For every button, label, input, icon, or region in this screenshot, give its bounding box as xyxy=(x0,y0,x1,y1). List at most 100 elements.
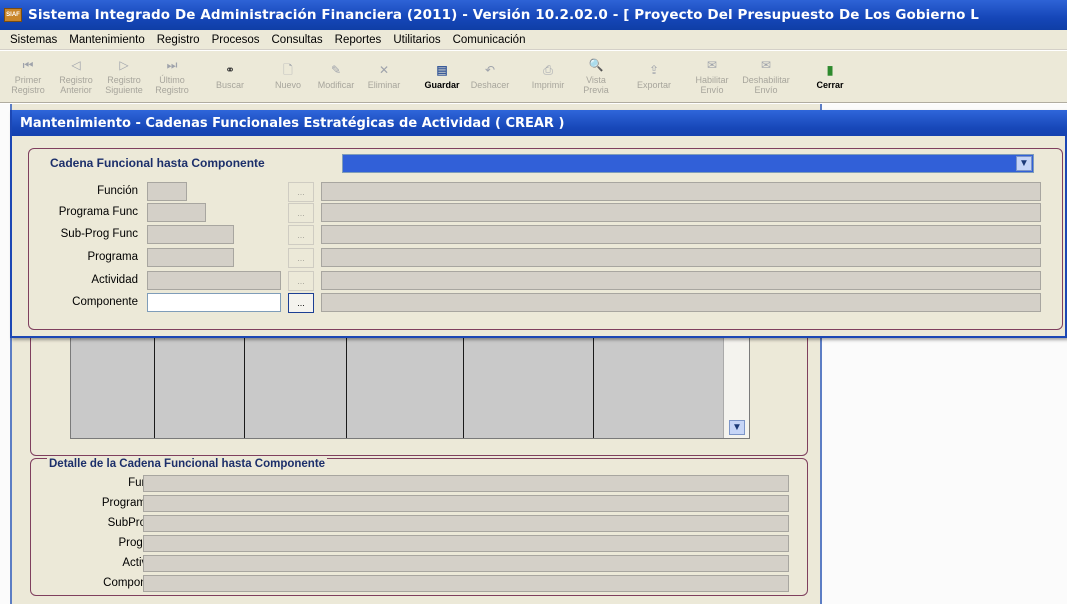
menu-procesos[interactable]: Procesos xyxy=(206,34,266,46)
undo-button[interactable]: ↶ Deshacer xyxy=(468,63,512,90)
menu-consultas[interactable]: Consultas xyxy=(266,34,329,46)
componente-lookup-button[interactable]: ... xyxy=(288,293,314,313)
programa-lookup-button: ... xyxy=(288,248,314,268)
enable-send-button[interactable]: ✉ Habilitar Envío xyxy=(690,58,734,95)
menu-mantenimiento[interactable]: Mantenimiento xyxy=(63,34,150,46)
disable-send-button[interactable]: ✉ Deshabilitar Envío xyxy=(738,58,794,95)
new-label: Nuevo xyxy=(274,80,301,90)
sub-prog-func-lookup-button: ... xyxy=(288,225,314,245)
binoculars-icon: ⚭ xyxy=(224,63,236,77)
field-row-componente: Componente ... xyxy=(12,293,1052,313)
enable-send-label-1: Habilitar xyxy=(695,75,729,85)
disable-send-label-2: Envío xyxy=(754,85,778,95)
grid-column xyxy=(245,334,347,438)
crear-dialog: Mantenimiento - Cadenas Funcionales Estr… xyxy=(10,110,1067,338)
first-record-label-1: Primer xyxy=(14,75,42,85)
field-row-actividad: Actividad ... xyxy=(12,271,1052,291)
search-label: Buscar xyxy=(215,80,244,90)
chevron-down-icon[interactable]: ▼ xyxy=(1016,156,1032,171)
menu-comunicacion[interactable]: Comunicación xyxy=(447,34,532,46)
grid-column xyxy=(71,334,155,438)
sub-prog-func-code-field xyxy=(147,225,234,244)
menu-sistemas[interactable]: Sistemas xyxy=(4,34,63,46)
window-titlebar: SIAF Sistema Integrado De Administración… xyxy=(0,0,1067,30)
grid-column xyxy=(594,334,724,438)
actividad-lookup-button: ... xyxy=(288,271,314,291)
close-label: Cerrar xyxy=(816,80,844,90)
toolbar: ⏮ Primer Registro ◁ Registro Anterior ▷ … xyxy=(0,51,1067,103)
detail-row-subprog-fn: SubProg Fn xyxy=(31,515,809,533)
next-record-label-2: Siguiente xyxy=(105,85,143,95)
componente-code-input[interactable] xyxy=(147,293,281,312)
field-label: Componente xyxy=(72,296,138,308)
actividad-code-field xyxy=(147,271,281,290)
detail-actividad-field xyxy=(143,555,789,572)
save-button[interactable]: ▤ Guardar xyxy=(420,63,464,90)
field-label: Función xyxy=(97,185,138,197)
edit-icon: ✎ xyxy=(330,63,342,77)
cadena-funcional-select[interactable]: ▼ xyxy=(342,154,1034,173)
preview-icon: 🔍 xyxy=(588,58,604,72)
close-button[interactable]: ▮ Cerrar xyxy=(808,63,852,90)
preview-button[interactable]: 🔍 Vista Previa xyxy=(574,58,618,95)
detail-funcion-field xyxy=(143,475,789,492)
preview-label-1: Vista xyxy=(586,75,606,85)
new-button[interactable]: 🗋 Nuevo xyxy=(266,63,310,90)
new-document-icon: 🗋 xyxy=(283,63,293,77)
undo-label: Deshacer xyxy=(470,80,510,90)
grid-column xyxy=(464,334,594,438)
preview-label-2: Previa xyxy=(583,85,609,95)
programa-func-lookup-button: ... xyxy=(288,203,314,223)
detail-componente-field xyxy=(143,575,789,592)
export-icon: ⇪ xyxy=(648,63,660,77)
export-label: Exportar xyxy=(636,80,671,90)
funcion-code-field xyxy=(147,182,187,201)
grid-vertical-scrollbar[interactable]: ▼ xyxy=(723,334,749,438)
detail-subprog-fn-field xyxy=(143,515,789,532)
search-button[interactable]: ⚭ Buscar xyxy=(208,63,252,90)
export-button[interactable]: ⇪ Exportar xyxy=(632,63,676,90)
grid-column xyxy=(347,334,464,438)
delete-icon: ✕ xyxy=(378,63,390,77)
field-row-programa-func: Programa Func ... xyxy=(12,203,1052,223)
first-record-button[interactable]: ⏮ Primer Registro xyxy=(6,58,50,95)
delete-button[interactable]: ✕ Eliminar xyxy=(362,63,406,90)
dialog-title: Mantenimiento - Cadenas Funcionales Estr… xyxy=(12,110,1067,136)
funcion-lookup-button: ... xyxy=(288,182,314,202)
disable-send-label-1: Deshabilitar xyxy=(742,75,790,85)
menu-utilitarios[interactable]: Utilitarios xyxy=(387,34,446,46)
detail-legend: Detalle de la Cadena Funcional hasta Com… xyxy=(47,458,328,470)
field-row-funcion: Función ... xyxy=(12,182,1052,202)
menu-bar: Sistemas Mantenimiento Registro Procesos… xyxy=(0,30,1067,50)
save-label: Guardar xyxy=(424,80,460,90)
disable-send-icon: ✉ xyxy=(760,58,772,72)
previous-record-button[interactable]: ◁ Registro Anterior xyxy=(54,58,98,95)
print-icon: ⎙ xyxy=(543,63,553,77)
modify-label: Modificar xyxy=(317,80,355,90)
print-button[interactable]: ⎙ Imprimir xyxy=(526,63,570,90)
field-label: Programa Func xyxy=(58,206,138,218)
next-record-icon: ▷ xyxy=(119,58,129,72)
window-title: Sistema Integrado De Administración Fina… xyxy=(28,7,979,23)
field-row-programa: Programa ... xyxy=(12,248,1052,268)
next-record-button[interactable]: ▷ Registro Siguiente xyxy=(102,58,146,95)
delete-label: Eliminar xyxy=(367,80,401,90)
last-record-button[interactable]: ⏭ Último Registro xyxy=(150,58,194,95)
actividad-description-field xyxy=(321,271,1041,290)
detail-row-programa: Programa xyxy=(31,535,809,553)
modify-button[interactable]: ✎ Modificar xyxy=(314,63,358,90)
funcion-description-field xyxy=(321,182,1041,201)
cadena-funcional-label: Cadena Funcional hasta Componente xyxy=(50,156,265,170)
detail-row-actividad: Actividad xyxy=(31,555,809,573)
programa-func-code-field xyxy=(147,203,206,222)
previous-record-label-2: Anterior xyxy=(60,85,92,95)
next-record-label-1: Registro xyxy=(107,75,141,85)
previous-record-icon: ◁ xyxy=(71,58,81,72)
scroll-down-icon[interactable]: ▼ xyxy=(729,420,745,435)
last-record-label-2: Registro xyxy=(155,85,189,95)
cadenas-grid[interactable]: ▼ xyxy=(70,333,750,439)
componente-description-field xyxy=(321,293,1041,312)
menu-registro[interactable]: Registro xyxy=(151,34,206,46)
detail-row-funcion: Función xyxy=(31,475,809,493)
menu-reportes[interactable]: Reportes xyxy=(329,34,388,46)
